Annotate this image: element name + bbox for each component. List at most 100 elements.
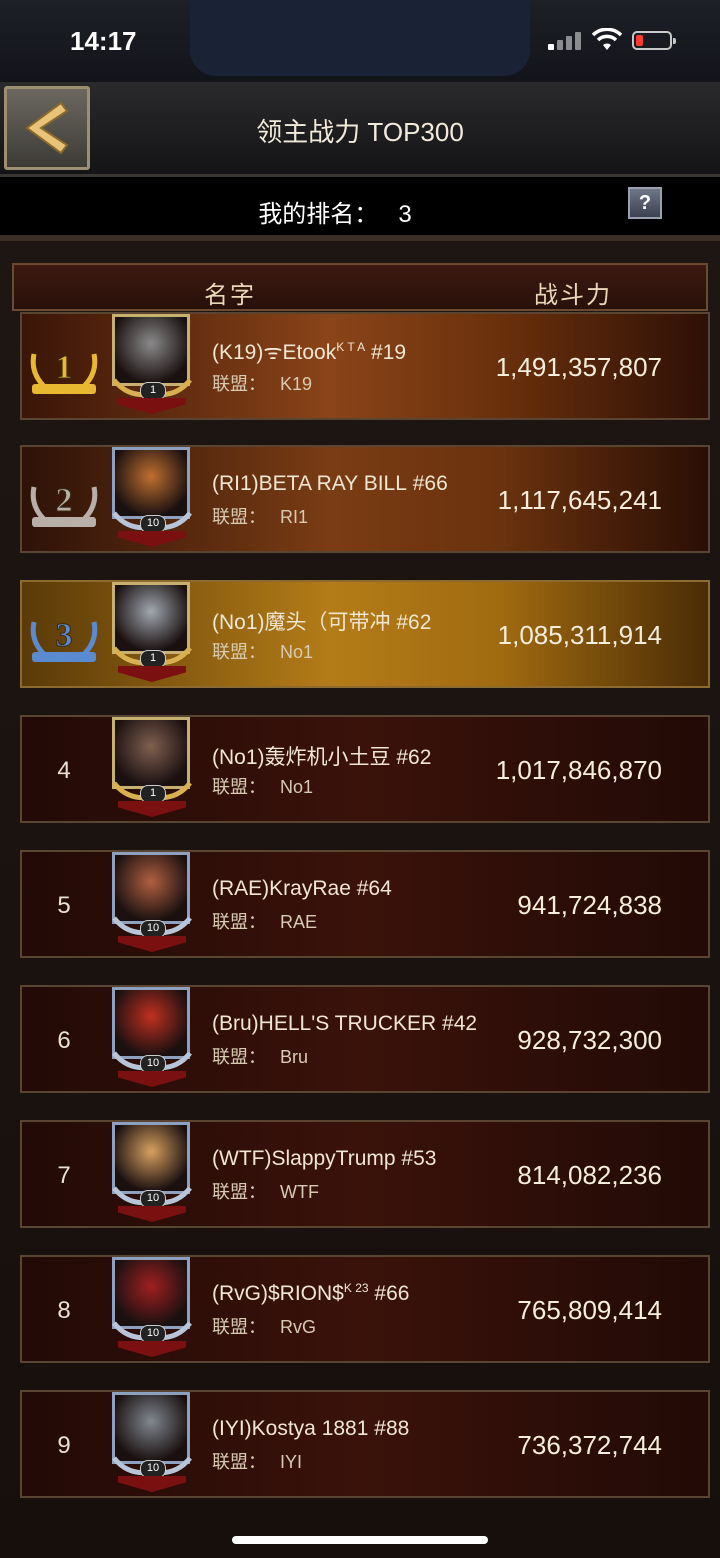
player-server: #19: [371, 341, 407, 364]
ranking-row[interactable]: 8 10 (RvG)$RION$K 23 #66 联盟： RvG 765,809,…: [20, 1255, 710, 1363]
ranking-row[interactable]: 4 1 (No1)轰炸机小土豆 #62 联盟： No1 1,017,846,870: [20, 715, 710, 823]
alliance-value: WTF: [280, 1182, 319, 1202]
player-name: (RAE)KrayRae #64: [212, 876, 392, 901]
signal-icon: [548, 32, 582, 50]
my-rank-bar: 我的排名： 3 ?: [0, 177, 720, 235]
header: 领主战力 TOP300: [0, 82, 720, 177]
avatar[interactable]: 10: [108, 848, 196, 952]
alliance-label: 联盟：: [212, 1047, 266, 1067]
alliance: 联盟： No1: [212, 773, 313, 799]
status-bar: 14:17: [0, 0, 720, 82]
rank-medal-icon: 1: [30, 349, 98, 394]
avatar-banner: [118, 1071, 186, 1087]
alliance: 联盟： Bru: [212, 1043, 308, 1069]
player-name-text: (K19)ᯤEtook: [212, 341, 337, 364]
column-name: 名字: [204, 282, 256, 309]
rank-medal-icon: 3: [30, 617, 98, 662]
ranking-row[interactable]: 9 10 (IYI)Kostya 1881 #88 联盟： IYI 736,372…: [20, 1390, 710, 1498]
ranking-row[interactable]: 5 10 (RAE)KrayRae #64 联盟： RAE 941,724,838: [20, 850, 710, 958]
ranking-row[interactable]: 7 10 (WTF)SlappyTrump #53 联盟： WTF 814,082…: [20, 1120, 710, 1228]
power-value: 1,017,846,870: [495, 755, 662, 785]
column-header: 名字 战斗力: [12, 263, 708, 311]
rank-number: 4: [57, 757, 71, 784]
alliance-label: 联盟：: [212, 1317, 266, 1337]
help-button[interactable]: ?: [628, 187, 662, 219]
wifi-icon: [592, 28, 622, 50]
avatar[interactable]: 10: [108, 983, 196, 1087]
alliance-label: 联盟：: [212, 642, 266, 662]
level-badge: 1: [140, 382, 166, 400]
power-value: 736,372,744: [517, 1430, 662, 1460]
home-indicator[interactable]: [232, 1536, 488, 1544]
svg-text:1: 1: [56, 349, 73, 386]
player-name-text: (RAE)KrayRae: [212, 877, 351, 900]
avatar[interactable]: 1: [108, 310, 196, 414]
ranking-row[interactable]: 6 10 (Bru)HELL'S TRUCKER #42 联盟： Bru 928,…: [20, 985, 710, 1093]
power-value: 941,724,838: [517, 890, 662, 920]
power-value: 814,082,236: [517, 1160, 662, 1190]
level-badge: 10: [140, 1190, 166, 1208]
power-value: 928,732,300: [517, 1025, 662, 1055]
avatar-banner: [118, 801, 186, 817]
player-name-text: (RvG)$RION$: [212, 1282, 344, 1305]
alliance-value: RI1: [280, 507, 309, 527]
alliance: 联盟： RI1: [212, 503, 308, 529]
player-name: (K19)ᯤEtookK T A #19: [212, 338, 406, 366]
alliance-label: 联盟：: [212, 777, 266, 797]
player-server: #64: [356, 877, 392, 900]
rank-number: 5: [57, 892, 71, 919]
my-rank-label: 我的排名：: [258, 201, 379, 228]
avatar[interactable]: 10: [108, 1253, 196, 1357]
avatar[interactable]: 10: [108, 1388, 196, 1492]
question-icon: ?: [638, 192, 652, 214]
player-name-text: (Bru)HELL'S TRUCKER: [212, 1012, 437, 1035]
ranking-row[interactable]: 2 10 (RI1)BETA RAY BILL #66 联盟： RI1 1,117…: [20, 445, 710, 553]
level-badge: 10: [140, 1325, 166, 1343]
level-badge: 10: [140, 1460, 166, 1478]
player-name: (RI1)BETA RAY BILL #66: [212, 471, 448, 496]
ranking-row[interactable]: 1 1 (K19)ᯤEtookK T A #19 联盟： K19 1,491,35…: [20, 312, 710, 420]
avatar[interactable]: 1: [108, 713, 196, 817]
alliance-label: 联盟：: [212, 374, 266, 394]
status-time: 14:17: [70, 26, 137, 56]
column-power: 战斗力: [534, 282, 612, 309]
player-name-sup: K 23: [343, 1281, 369, 1295]
avatar-banner: [118, 531, 186, 547]
level-badge: 10: [140, 515, 166, 533]
level-badge: 10: [140, 920, 166, 938]
alliance-value: K19: [280, 374, 313, 394]
alliance-label: 联盟：: [212, 912, 266, 932]
avatar-banner: [118, 1476, 186, 1492]
ranking-row[interactable]: 3 1 (No1)魔头（可带冲 #62 联盟： No1 1,085,311,914: [20, 580, 710, 688]
alliance: 联盟： K19: [212, 370, 312, 396]
alliance: 联盟： WTF: [212, 1178, 319, 1204]
player-name: (RvG)$RION$K 23 #66: [212, 1281, 409, 1306]
player-server: #66: [374, 1282, 410, 1305]
svg-text:3: 3: [56, 617, 73, 654]
avatar[interactable]: 1: [108, 578, 196, 682]
rank-number: 6: [57, 1027, 71, 1054]
alliance: 联盟： IYI: [212, 1448, 302, 1474]
player-name: (No1)轰炸机小土豆 #62: [212, 741, 431, 771]
level-badge: 1: [140, 650, 166, 668]
player-server: #42: [442, 1012, 478, 1035]
alliance-value: No1: [280, 642, 314, 662]
player-name: (No1)魔头（可带冲 #62: [212, 606, 431, 636]
level-badge: 10: [140, 1055, 166, 1073]
avatar-banner: [118, 398, 186, 414]
player-server: #66: [412, 472, 448, 495]
player-server: #53: [401, 1147, 437, 1170]
avatar[interactable]: 10: [108, 1118, 196, 1222]
player-name: (Bru)HELL'S TRUCKER #42: [212, 1011, 477, 1036]
avatar-banner: [118, 936, 186, 952]
alliance-value: RvG: [280, 1317, 316, 1337]
alliance-value: Bru: [280, 1047, 309, 1067]
page-title: 领主战力 TOP300: [256, 117, 464, 147]
avatar-banner: [118, 666, 186, 682]
avatar[interactable]: 10: [108, 443, 196, 547]
avatar-banner: [118, 1206, 186, 1222]
player-server: #62: [396, 746, 432, 769]
avatar-banner: [118, 1341, 186, 1357]
alliance: 联盟： RAE: [212, 908, 317, 934]
notch: [190, 0, 530, 76]
